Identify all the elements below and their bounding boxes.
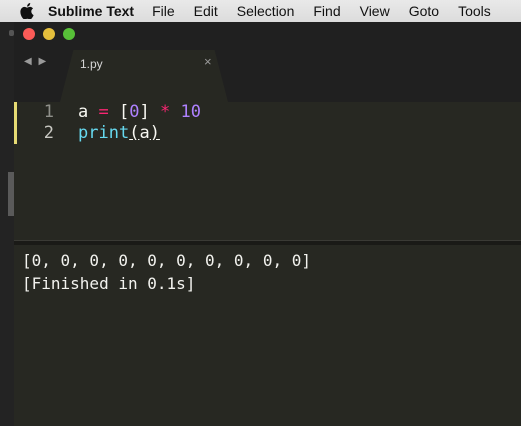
background-window-strip bbox=[0, 22, 14, 426]
menu-find[interactable]: Find bbox=[313, 3, 340, 19]
zoom-window-button[interactable] bbox=[63, 28, 75, 40]
build-output-panel: [0, 0, 0, 0, 0, 0, 0, 0, 0, 0] [Finished… bbox=[14, 245, 521, 426]
modified-line-marker bbox=[14, 122, 17, 144]
code-token: print bbox=[78, 123, 130, 143]
menu-tools[interactable]: Tools bbox=[458, 3, 491, 19]
code-line[interactable]: a = [0] * 10 bbox=[78, 102, 201, 122]
code-line[interactable]: print(a) bbox=[78, 123, 160, 143]
code-token: a bbox=[78, 102, 89, 122]
title-bar: ◀ ▶ 1.py × bbox=[14, 22, 521, 103]
code-editor[interactable]: 1 2 a = [0] * 10 print(a) bbox=[14, 102, 521, 242]
code-token: ) bbox=[149, 123, 160, 143]
code-token: 0 bbox=[129, 102, 140, 122]
code-token: ( bbox=[129, 123, 140, 143]
output-line: [Finished in 0.1s] bbox=[22, 274, 196, 293]
menu-file[interactable]: File bbox=[152, 3, 175, 19]
tab-navigation-arrows-icon[interactable]: ◀ ▶ bbox=[24, 56, 48, 67]
apple-icon[interactable] bbox=[20, 3, 34, 19]
minimize-window-button[interactable] bbox=[43, 28, 55, 40]
code-token: a bbox=[139, 123, 150, 143]
sublime-window: ◀ ▶ 1.py × 1 2 a = [0] * 10 print(a) [0,… bbox=[14, 22, 521, 426]
menu-goto[interactable]: Goto bbox=[409, 3, 439, 19]
line-number-gutter: 1 2 bbox=[14, 102, 64, 242]
menu-app-name[interactable]: Sublime Text bbox=[48, 3, 134, 19]
menu-edit[interactable]: Edit bbox=[194, 3, 218, 19]
code-token: 10 bbox=[180, 102, 201, 122]
tab-title[interactable]: 1.py bbox=[80, 57, 103, 71]
code-token: = bbox=[98, 102, 109, 122]
code-token: [ bbox=[119, 102, 130, 122]
tab-close-icon[interactable]: × bbox=[204, 54, 212, 69]
line-number: 2 bbox=[43, 123, 54, 143]
menu-selection[interactable]: Selection bbox=[237, 3, 295, 19]
menu-bar: Sublime Text File Edit Selection Find Vi… bbox=[0, 0, 521, 22]
line-number: 1 bbox=[43, 102, 54, 122]
code-token: * bbox=[160, 102, 171, 122]
code-token: ] bbox=[139, 102, 150, 122]
menu-view[interactable]: View bbox=[360, 3, 390, 19]
output-line: [0, 0, 0, 0, 0, 0, 0, 0, 0, 0] bbox=[22, 251, 311, 270]
close-window-button[interactable] bbox=[23, 28, 35, 40]
modified-line-marker bbox=[14, 102, 17, 122]
